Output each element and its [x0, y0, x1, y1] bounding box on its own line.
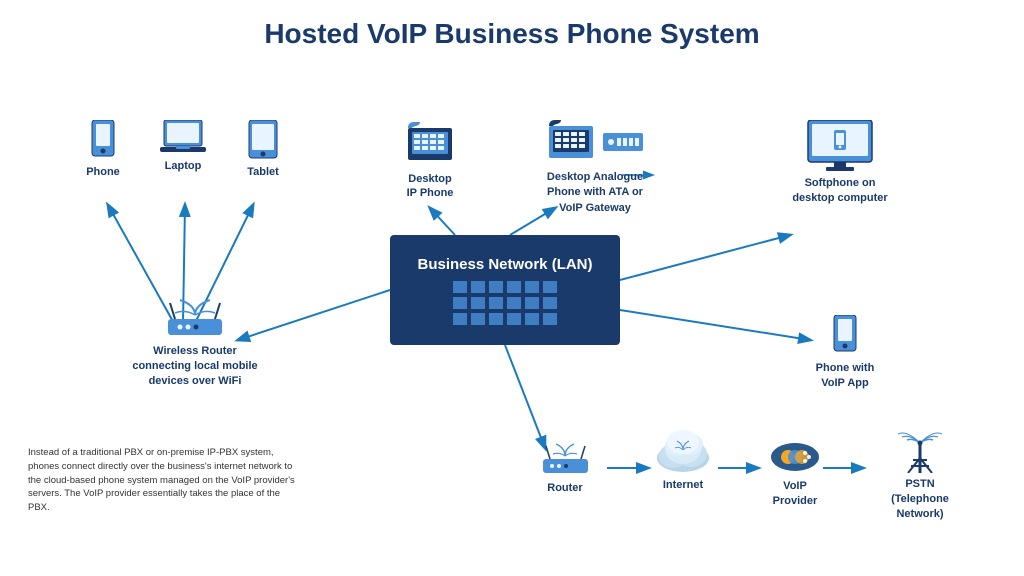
business-network-box: Business Network (LAN)	[390, 235, 620, 345]
node-desktop-ip: DesktopIP Phone	[385, 120, 475, 201]
node-voip-provider: VoIPProvider	[755, 435, 835, 509]
node-wireless-router: Wireless Routerconnecting local mobilede…	[130, 295, 260, 389]
info-text-box: Instead of a traditional PBX or on-premi…	[28, 446, 298, 515]
node-desktop-analogue: Desktop AnaloguePhone with ATA orVoIP Ga…	[510, 118, 680, 216]
node-phone: Phone	[68, 120, 138, 178]
node-softphone: Softphone ondesktop computer	[780, 120, 900, 206]
diagram-area: Phone Laptop Tablet	[0, 60, 1024, 570]
node-laptop: Laptop	[148, 120, 218, 172]
node-tablet: Tablet	[228, 120, 298, 178]
node-internet: Internet	[643, 430, 723, 491]
node-phone-voip: Phone withVoIP App	[800, 315, 890, 391]
page-title: Hosted VoIP Business Phone System	[0, 0, 1024, 60]
node-router: Router	[525, 438, 605, 494]
business-network-label: Business Network (LAN)	[417, 256, 592, 273]
node-pstn: PSTN(TelephoneNetwork)	[870, 418, 970, 522]
